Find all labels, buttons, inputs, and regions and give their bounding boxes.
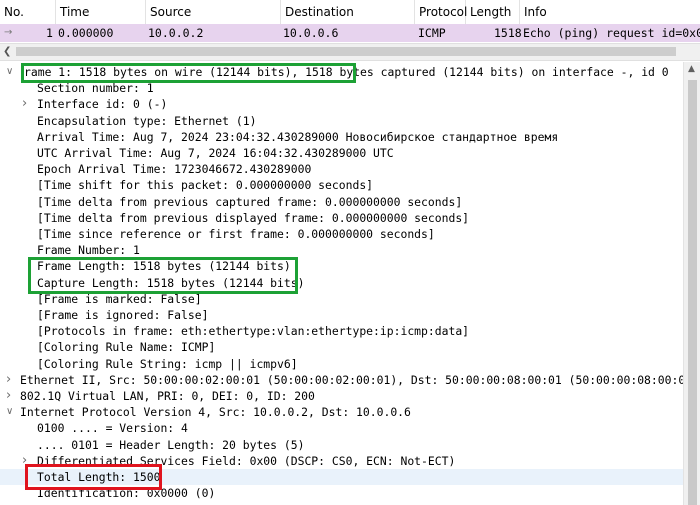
- expand-right-icon[interactable]: ›: [6, 388, 11, 404]
- detail-row[interactable]: Encapsulation type: Ethernet (1): [0, 113, 683, 129]
- detail-row[interactable]: [Time delta from previous displayed fram…: [0, 210, 683, 226]
- column-header-protocol[interactable]: Protocol: [415, 0, 467, 24]
- detail-row[interactable]: [Coloring Rule String: icmp || icmpv6]: [0, 356, 683, 372]
- detail-row[interactable]: [Time since reference or first frame: 0.…: [0, 226, 683, 242]
- packet-info: Echo (ping) request id=0x05: [523, 26, 700, 40]
- detail-row[interactable]: [Time shift for this packet: 0.000000000…: [0, 177, 683, 193]
- detail-row-text: [Time since reference or first frame: 0.…: [37, 227, 435, 241]
- detail-row-text: UTC Arrival Time: Aug 7, 2024 16:04:32.4…: [37, 146, 394, 160]
- detail-row-text: 802.1Q Virtual LAN, PRI: 0, DEI: 0, ID: …: [20, 389, 315, 403]
- packet-destination: 10.0.0.6: [283, 26, 339, 40]
- vscroll-thumb[interactable]: [688, 80, 697, 505]
- expand-right-icon[interactable]: ›: [6, 372, 11, 388]
- detail-row-text: Interface id: 0 (-): [37, 97, 168, 112]
- expand-down-icon[interactable]: ∨: [6, 64, 13, 80]
- detail-row-text: Internet Protocol Version 4, Src: 10.0.0…: [20, 405, 411, 420]
- column-header-time[interactable]: Time: [56, 0, 146, 24]
- highlight-box-frame-summary: [21, 63, 356, 83]
- detail-row[interactable]: › 802.1Q Virtual LAN, PRI: 0, DEI: 0, ID:…: [0, 388, 683, 404]
- packet-protocol: ICMP: [418, 26, 446, 40]
- column-header-source[interactable]: Source: [146, 0, 281, 24]
- detail-row[interactable]: ∨ Internet Protocol Version 4, Src: 10.0.…: [0, 404, 683, 420]
- detail-row[interactable]: › Interface id: 0 (-): [0, 96, 683, 112]
- packet-row[interactable]: → 1 0.000000 10.0.0.2 10.0.0.6 ICMP 1518…: [0, 24, 700, 42]
- expand-down-icon[interactable]: ∨: [6, 404, 13, 420]
- packet-row-marker-icon: →: [4, 27, 13, 38]
- detail-row-text: Encapsulation type: Ethernet (1): [37, 113, 257, 128]
- expand-right-icon[interactable]: ›: [22, 96, 27, 112]
- highlight-box-total-length: [25, 464, 162, 490]
- packet-list-header: No. Time Source Destination Protocol Len…: [0, 0, 700, 25]
- hscroll-thumb[interactable]: [16, 47, 676, 56]
- detail-row[interactable]: [Protocols in frame: eth:ethertype:vlan:…: [0, 323, 683, 339]
- detail-row[interactable]: › Ethernet II, Src: 50:00:00:02:00:01 (50…: [0, 372, 699, 388]
- detail-row[interactable]: .... 0101 = Header Length: 20 bytes (5): [0, 437, 683, 453]
- detail-row[interactable]: [Coloring Rule Name: ICMP]: [0, 339, 683, 355]
- detail-row[interactable]: [Frame is ignored: False]: [0, 307, 683, 323]
- detail-row-text: [Time delta from previous captured frame…: [37, 194, 463, 209]
- detail-row-text: [Frame is ignored: False]: [37, 308, 209, 322]
- scroll-left-icon[interactable]: ❮: [3, 44, 11, 60]
- detail-row-text: [Time shift for this packet: 0.000000000…: [37, 178, 374, 193]
- column-header-length[interactable]: Length: [466, 0, 520, 24]
- packet-time: 0.000000: [58, 26, 114, 40]
- scroll-up-icon[interactable]: ▲: [688, 64, 695, 74]
- details-vscrollbar[interactable]: ▲: [683, 62, 700, 505]
- detail-row-text: [Protocols in frame: eth:ethertype:vlan:…: [37, 324, 470, 339]
- highlight-box-frame-capture-length: [28, 257, 298, 294]
- detail-row-text: 0100 .... = Version: 4: [37, 421, 188, 436]
- detail-row[interactable]: [Time delta from previous captured frame…: [0, 194, 683, 210]
- packet-source: 10.0.0.2: [148, 26, 204, 40]
- packet-length: 1518: [494, 26, 522, 40]
- detail-row-text: .... 0101 = Header Length: 20 bytes (5): [37, 437, 305, 452]
- packet-list-hscrollbar[interactable]: ❮: [0, 43, 700, 61]
- detail-row[interactable]: UTC Arrival Time: Aug 7, 2024 16:04:32.4…: [0, 145, 683, 161]
- detail-row[interactable]: 0100 .... = Version: 4: [0, 420, 683, 436]
- packet-no: 1: [46, 26, 53, 40]
- detail-row-text: [Coloring Rule String: icmp || icmpv6]: [37, 356, 298, 371]
- column-header-destination[interactable]: Destination: [281, 0, 415, 24]
- detail-row[interactable]: Epoch Arrival Time: 1723046672.430289000: [0, 161, 683, 177]
- column-header-no[interactable]: No.: [0, 0, 56, 24]
- column-header-info[interactable]: Info: [520, 0, 700, 24]
- detail-row-text: Frame Number: 1: [37, 243, 140, 258]
- detail-row[interactable]: Frame Number: 1: [0, 242, 683, 258]
- detail-row-text: [Time delta from previous displayed fram…: [37, 210, 470, 225]
- detail-row-text: Epoch Arrival Time: 1723046672.430289000: [37, 162, 312, 177]
- detail-row-text: [Coloring Rule Name: ICMP]: [37, 340, 216, 355]
- detail-row-text: Ethernet II, Src: 50:00:00:02:00:01 (50:…: [20, 372, 699, 387]
- detail-row-text: Arrival Time: Aug 7, 2024 23:04:32.43028…: [37, 129, 559, 144]
- detail-row[interactable]: Arrival Time: Aug 7, 2024 23:04:32.43028…: [0, 129, 683, 145]
